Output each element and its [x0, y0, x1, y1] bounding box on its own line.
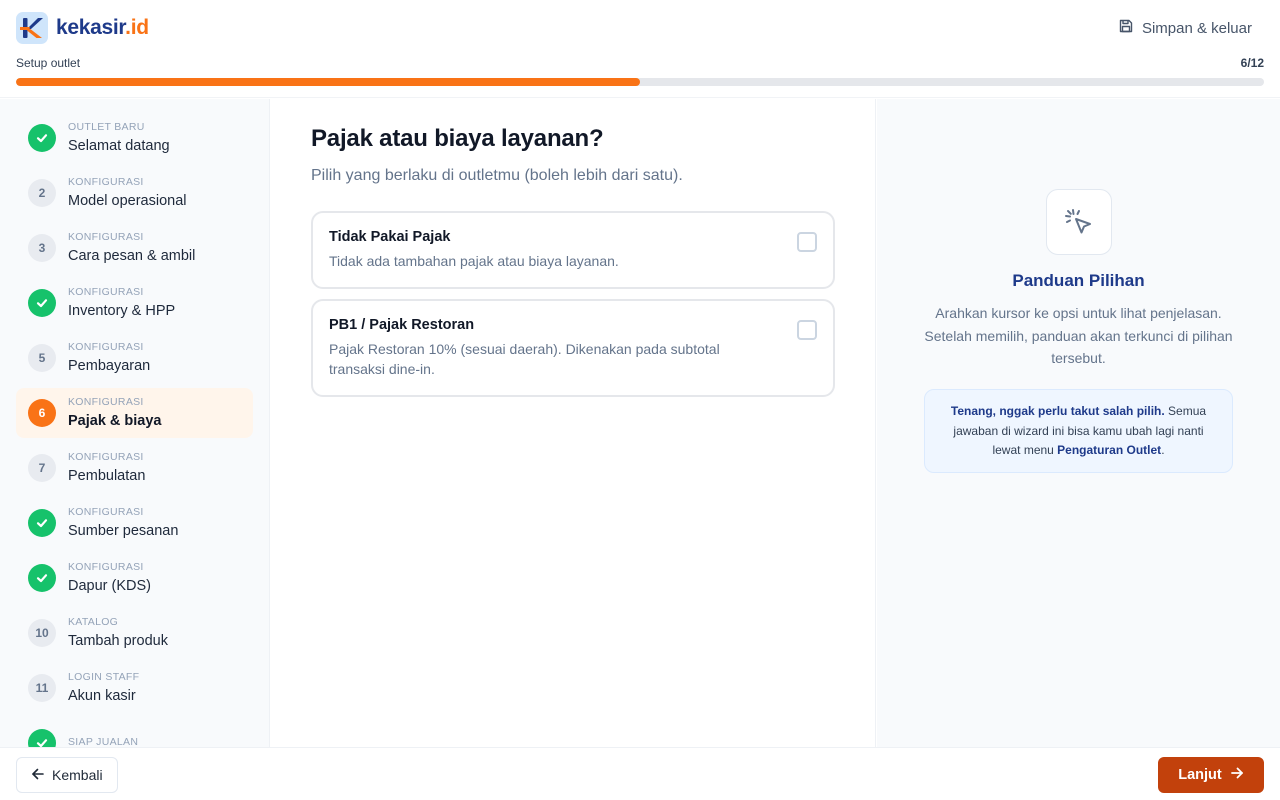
sidebar-step-9[interactable]: KONFIGURASI Dapur (KDS) [16, 553, 253, 603]
brand-name: kekasir.id [56, 16, 149, 40]
step-number: 3 [28, 234, 56, 262]
step-category: KONFIGURASI [68, 340, 144, 353]
kekasir-logo-icon [16, 12, 48, 44]
guide-title: Panduan Pilihan [1012, 271, 1145, 290]
steps-sidebar: OUTLET BARU Selamat datang 2 KONFIGURASI Mod… [0, 99, 270, 747]
step-category: OUTLET BARU [68, 120, 145, 133]
next-label: Lanjut [1178, 767, 1222, 783]
brand-name-main: kekasir [56, 16, 126, 39]
save-exit-button[interactable]: Simpan & keluar [1118, 18, 1252, 38]
sidebar-step-1[interactable]: OUTLET BARU Selamat datang [16, 113, 253, 163]
option-tidak-pakai-pajak[interactable]: Tidak Pakai Pajak Tidak ada tambahan paj… [311, 211, 835, 289]
option-pb1-pajak-restoran[interactable]: PB1 / Pajak Restoran Pajak Restoran 10% … [311, 299, 835, 397]
step-texts: KONFIGURASI Inventory & HPP [68, 286, 175, 321]
step-title: Sumber pesanan [68, 522, 179, 539]
step-title: Akun kasir [68, 687, 136, 704]
step-category: KONFIGURASI [68, 505, 144, 518]
guide-note-link: Pengaturan Outlet [1057, 443, 1162, 457]
step-category: KONFIGURASI [68, 175, 144, 188]
sidebar-step-5[interactable]: 5 KONFIGURASI Pembayaran [16, 333, 253, 383]
step-category: SIAP JUALAN [68, 735, 139, 748]
guide-note: Tenang, nggak perlu takut salah pilih. S… [924, 389, 1233, 473]
cursor-click-icon [1046, 189, 1112, 255]
footer: Kembali Lanjut [0, 747, 1280, 800]
step-texts: KONFIGURASI Sumber pesanan [68, 506, 178, 541]
page-title: Pajak atau biaya layanan? [311, 125, 604, 152]
step-texts: OUTLET BARU Selamat datang [68, 121, 170, 156]
step-number: 7 [28, 454, 56, 482]
check-icon [28, 509, 56, 537]
step-texts: KONFIGURASI Cara pesan & ambil [68, 231, 195, 266]
main-content: Pajak atau biaya layanan? Pilih yang ber… [271, 99, 876, 747]
brand-name-suffix: .id [125, 16, 149, 39]
progress-bar-fill [16, 78, 640, 86]
step-title: Pembulatan [68, 467, 146, 484]
step-title: Cara pesan & ambil [68, 247, 196, 264]
save-icon [1118, 18, 1134, 38]
option-checkbox[interactable] [797, 320, 817, 340]
guide-description: Arahkan kursor ke opsi untuk lihat penje… [924, 305, 1233, 366]
step-title: Pajak & biaya [68, 412, 162, 429]
progress-label: Setup outlet [16, 56, 81, 70]
sidebar-step-2[interactable]: 2 KONFIGURASI Model operasional [16, 168, 253, 218]
step-texts: KONFIGURASI Model operasional [68, 176, 187, 211]
step-texts: KONFIGURASI Pembayaran [68, 341, 150, 376]
option-title: PB1 / Pajak Restoran [329, 317, 475, 333]
step-texts: KONFIGURASI Pajak & biaya [68, 396, 162, 431]
step-title: Pembayaran [68, 357, 151, 374]
check-icon [28, 564, 56, 592]
step-number: 10 [28, 619, 56, 647]
step-title: Dapur (KDS) [68, 577, 151, 594]
step-title: Model operasional [68, 192, 187, 209]
step-texts: KATALOG Tambah produk [68, 616, 168, 651]
step-category: LOGIN STAFF [68, 670, 140, 683]
sidebar-step-6[interactable]: 6 KONFIGURASI Pajak & biaya [16, 388, 253, 438]
sidebar-step-3[interactable]: 3 KONFIGURASI Cara pesan & ambil [16, 223, 253, 273]
option-description: Pajak Restoran 10% (sesuai daerah). Dike… [329, 341, 720, 377]
option-title: Tidak Pakai Pajak [329, 229, 451, 245]
step-title: Inventory & HPP [68, 302, 176, 319]
sidebar-step-8[interactable]: KONFIGURASI Sumber pesanan [16, 498, 253, 548]
arrow-left-icon [31, 767, 45, 784]
header: kekasir.id Simpan & keluar Setup outlet … [0, 0, 1280, 98]
progress-bar [16, 78, 1264, 86]
check-icon [28, 729, 56, 747]
sidebar-step-11[interactable]: 11 LOGIN STAFF Akun kasir [16, 663, 253, 713]
step-texts: KONFIGURASI Dapur (KDS) [68, 561, 151, 596]
back-button[interactable]: Kembali [16, 757, 118, 793]
sidebar-step-12[interactable]: SIAP JUALAN [16, 718, 253, 747]
step-number: 2 [28, 179, 56, 207]
step-category: KATALOG [68, 615, 119, 628]
step-title: Selamat datang [68, 137, 170, 154]
guide-panel: Panduan Pilihan Arahkan kursor ke opsi u… [877, 99, 1280, 747]
next-button[interactable]: Lanjut [1158, 757, 1264, 793]
step-number: 5 [28, 344, 56, 372]
step-texts: SIAP JUALAN [68, 736, 138, 748]
logo[interactable]: kekasir.id [16, 12, 149, 44]
sidebar-step-7[interactable]: 7 KONFIGURASI Pembulatan [16, 443, 253, 493]
guide-note-end: . [1161, 443, 1165, 457]
check-icon [28, 124, 56, 152]
step-category: KONFIGURASI [68, 395, 144, 408]
step-number: 6 [28, 399, 56, 427]
step-texts: LOGIN STAFF Akun kasir [68, 671, 139, 706]
sidebar-step-4[interactable]: KONFIGURASI Inventory & HPP [16, 278, 253, 328]
check-icon [28, 289, 56, 317]
step-number: 11 [28, 674, 56, 702]
step-category: KONFIGURASI [68, 230, 144, 243]
option-checkbox[interactable] [797, 232, 817, 252]
step-texts: KONFIGURASI Pembulatan [68, 451, 145, 486]
save-exit-label: Simpan & keluar [1141, 19, 1252, 37]
page-subtitle: Pilih yang berlaku di outletmu (boleh le… [311, 167, 683, 184]
option-description: Tidak ada tambahan pajak atau biaya laya… [329, 253, 619, 269]
step-category: KONFIGURASI [68, 450, 144, 463]
step-category: KONFIGURASI [68, 560, 144, 573]
arrow-right-icon [1230, 766, 1244, 784]
back-label: Kembali [52, 767, 103, 783]
guide-note-bold: Tenang, nggak perlu takut salah pilih. [950, 404, 1165, 418]
step-title: Tambah produk [68, 632, 168, 649]
sidebar-step-10[interactable]: 10 KATALOG Tambah produk [16, 608, 253, 658]
step-category: KONFIGURASI [68, 285, 144, 298]
progress-count: 6/12 [1240, 56, 1264, 70]
